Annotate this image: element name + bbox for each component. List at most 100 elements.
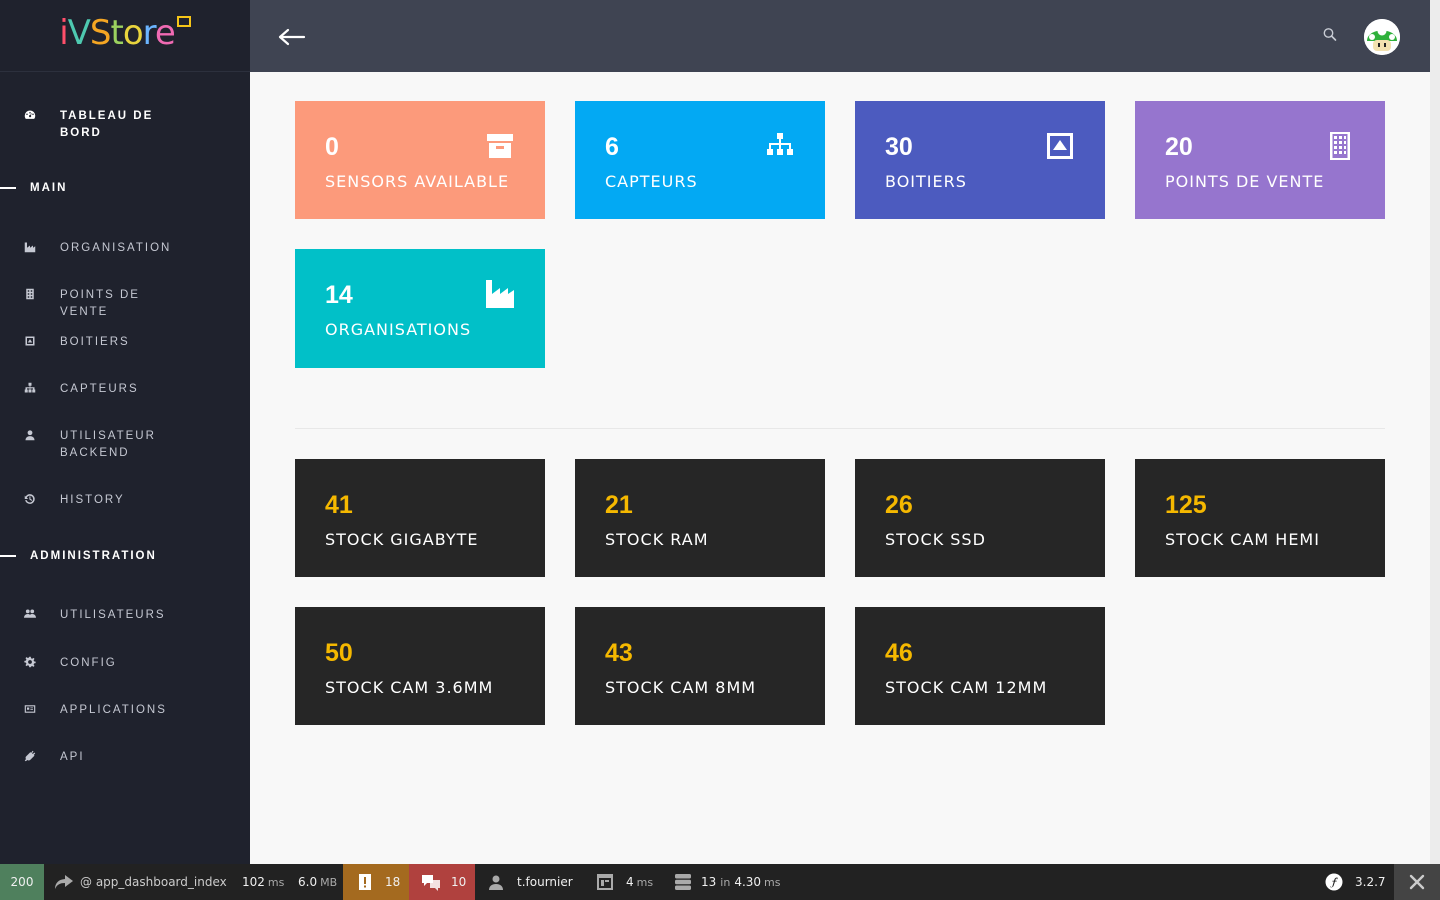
sidebar-item-dashboard[interactable]: Tableau de bord xyxy=(0,108,250,142)
sidebar-item-label: History xyxy=(60,494,125,506)
stock-value: 21 xyxy=(605,491,633,519)
warning-icon xyxy=(359,874,371,890)
sidebar-item-label: Utilisateur backend xyxy=(60,430,156,459)
route-info[interactable]: @ app_dashboard_index xyxy=(54,864,227,900)
database-icon xyxy=(675,874,691,890)
sidebar-item-label: Capteurs xyxy=(60,383,139,395)
avatar[interactable] xyxy=(1364,19,1400,55)
logo-badge-icon xyxy=(176,16,191,27)
stat-value: 14 xyxy=(325,281,353,309)
template-icon xyxy=(597,874,613,890)
stat-value: 30 xyxy=(885,133,913,161)
sidebar-item-api[interactable]: API xyxy=(0,749,250,766)
warnings-count: 18 xyxy=(385,875,401,889)
request-time[interactable]: 102 ms xyxy=(242,864,284,900)
section-header-administration: Administration xyxy=(0,550,250,562)
stock-label: Stock CAM 8MM xyxy=(605,678,757,697)
stock-label: Stock CAM HEMI xyxy=(1165,530,1320,549)
building-icon xyxy=(1325,131,1355,161)
sitemap-icon xyxy=(0,381,60,394)
memory-unit: MB xyxy=(320,875,338,889)
status-code: 200 xyxy=(10,875,34,889)
stock-card-cam-hemi[interactable]: 125 Stock CAM HEMI xyxy=(1135,459,1385,577)
stock-value: 125 xyxy=(1165,491,1207,519)
sidebar-item-config[interactable]: Config xyxy=(0,655,250,672)
box-icon xyxy=(0,334,60,347)
symfony-icon xyxy=(1325,873,1343,891)
user-icon xyxy=(0,428,60,441)
section-divider xyxy=(295,428,1385,429)
brand-logo[interactable]: iVStore xyxy=(0,0,250,72)
stat-value: 6 xyxy=(605,133,619,161)
sidebar-item-points-de-vente[interactable]: Points de vente xyxy=(0,287,250,321)
stock-value: 46 xyxy=(885,639,913,667)
industry-icon xyxy=(485,279,515,309)
redirect-arrow-icon xyxy=(55,875,73,889)
sidebar-item-applications[interactable]: Applications xyxy=(0,702,250,719)
scrollbar[interactable] xyxy=(1430,0,1440,864)
stock-card-cam-8mm[interactable]: 43 Stock CAM 8MM xyxy=(575,607,825,725)
sidebar-item-capteurs[interactable]: Capteurs xyxy=(0,381,250,398)
stat-label: Capteurs xyxy=(605,172,698,191)
stock-label: Stock SSD xyxy=(885,530,986,549)
search-icon[interactable] xyxy=(1322,26,1338,44)
translation-icon xyxy=(422,875,440,891)
errors-badge[interactable]: 10 xyxy=(409,864,475,900)
stock-card-cam-3-6mm[interactable]: 50 Stock CAM 3.6MM xyxy=(295,607,545,725)
sidebar-item-history[interactable]: History xyxy=(0,492,250,509)
db-query-count: 13 xyxy=(701,875,717,889)
stock-card-cam-12mm[interactable]: 46 Stock CAM 12MM xyxy=(855,607,1105,725)
close-icon xyxy=(1409,874,1425,890)
stat-card-organisations[interactable]: 14 Organisations xyxy=(295,249,545,368)
stock-card-ssd[interactable]: 26 Stock SSD xyxy=(855,459,1105,577)
sidebar-item-utilisateurs[interactable]: Utilisateurs xyxy=(0,607,250,624)
sidebar-item-label: Boitiers xyxy=(60,336,130,348)
stock-value: 41 xyxy=(325,491,353,519)
stock-label: Stock RAM xyxy=(605,530,709,549)
version-number: 3.2.7 xyxy=(1355,875,1386,889)
sidebar-item-label: Tableau de bord xyxy=(60,110,154,139)
stock-card-ram[interactable]: 21 Stock RAM xyxy=(575,459,825,577)
arrow-left-icon[interactable] xyxy=(277,24,307,50)
users-icon xyxy=(0,607,60,620)
sidebar-item-organisation[interactable]: Organisation xyxy=(0,240,250,257)
stat-card-points-de-vente[interactable]: 20 Points de vente xyxy=(1135,101,1385,219)
stock-value: 43 xyxy=(605,639,633,667)
debug-toolbar: 200 @ app_dashboard_index 102 ms 6.0 MB … xyxy=(0,864,1440,900)
stat-card-capteurs[interactable]: 6 Capteurs xyxy=(575,101,825,219)
sitemap-icon xyxy=(765,131,795,161)
gear-icon xyxy=(0,655,60,668)
stat-value: 0 xyxy=(325,133,339,161)
stat-card-boitiers[interactable]: 30 Boitiers xyxy=(855,101,1105,219)
time-value: 102 xyxy=(242,875,265,889)
section-header-main: Main xyxy=(0,182,250,194)
stat-label: Boitiers xyxy=(885,172,967,191)
memory-value: 6.0 xyxy=(298,875,318,889)
route-name: @ app_dashboard_index xyxy=(80,875,227,889)
memory-usage[interactable]: 6.0 MB xyxy=(298,864,337,900)
user-icon xyxy=(489,875,503,890)
twig-render-time[interactable]: 4 ms xyxy=(596,864,653,900)
database-queries[interactable]: 13 in 4.30 ms xyxy=(674,864,780,900)
db-time: 4.30 xyxy=(734,875,762,889)
stat-label: Points de vente xyxy=(1165,172,1325,191)
stock-label: Stock CAM 12MM xyxy=(885,678,1048,697)
stock-value: 26 xyxy=(885,491,913,519)
symfony-version[interactable]: 3.2.7 xyxy=(1325,864,1386,900)
sidebar: iVStore Tableau de bord Main Organisatio… xyxy=(0,0,250,864)
username: t.fournier xyxy=(517,875,573,889)
stock-value: 50 xyxy=(325,639,353,667)
warnings-badge[interactable]: 18 xyxy=(343,864,409,900)
id-card-icon xyxy=(0,702,60,715)
db-in: in xyxy=(720,875,731,889)
sidebar-item-utilisateur-backend[interactable]: Utilisateur backend xyxy=(0,428,250,462)
sidebar-item-boitiers[interactable]: Boitiers xyxy=(0,334,250,351)
logged-user[interactable]: t.fournier xyxy=(488,864,573,900)
top-header xyxy=(250,0,1430,72)
stock-card-gigabyte[interactable]: 41 Stock GIGABYTE xyxy=(295,459,545,577)
close-toolbar-button[interactable] xyxy=(1394,864,1440,900)
status-code-badge[interactable]: 200 xyxy=(0,864,44,900)
sidebar-item-label: Organisation xyxy=(60,242,172,254)
stat-card-sensors-available[interactable]: 0 Sensors available xyxy=(295,101,545,219)
stat-label: Organisations xyxy=(325,320,472,339)
